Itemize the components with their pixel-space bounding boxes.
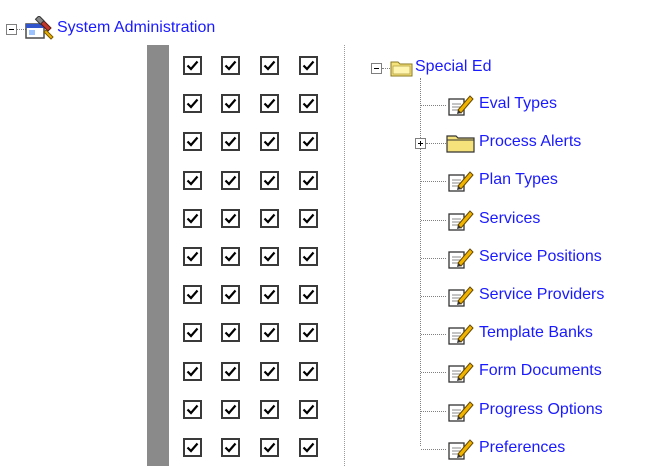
edit-document-icon — [446, 361, 476, 388]
edit-document-icon — [446, 400, 476, 427]
edit-document-icon — [446, 438, 476, 465]
permission-checkbox[interactable] — [183, 285, 202, 305]
permission-checkbox[interactable] — [221, 438, 240, 457]
edit-document-icon — [446, 94, 476, 121]
permission-checkbox[interactable] — [183, 438, 202, 457]
permission-checkbox[interactable] — [260, 323, 279, 343]
permission-checkbox[interactable] — [260, 399, 279, 419]
edit-document-icon — [446, 323, 476, 350]
permission-checkbox[interactable] — [221, 132, 240, 152]
folder-open-icon — [390, 58, 414, 83]
permission-checkbox[interactable] — [260, 247, 279, 266]
permissions-tree-view: System Administration Special Ed Eval Ty… — [0, 0, 648, 466]
permission-checkbox[interactable] — [183, 94, 202, 114]
permission-checkbox[interactable] — [299, 361, 318, 381]
tree-node-item[interactable]: Process Alerts — [479, 132, 581, 152]
edit-document-icon — [446, 170, 476, 197]
permission-checkbox[interactable] — [183, 399, 202, 419]
edit-document-icon — [446, 285, 476, 312]
permission-checkbox[interactable] — [260, 285, 279, 305]
permission-checkbox[interactable] — [183, 361, 202, 381]
permission-checkbox[interactable] — [299, 170, 318, 190]
edit-document-icon — [446, 209, 476, 236]
permission-checkbox[interactable] — [260, 132, 279, 152]
permission-checkbox[interactable] — [299, 94, 318, 114]
permission-checkbox[interactable] — [299, 56, 318, 75]
permission-checkbox[interactable] — [260, 56, 279, 75]
permission-checkbox[interactable] — [299, 247, 318, 266]
edit-document-icon — [446, 247, 476, 274]
permission-checkbox[interactable] — [260, 170, 279, 190]
permission-checkbox[interactable] — [260, 208, 279, 228]
permission-checkbox[interactable] — [221, 208, 240, 228]
row-header-strip — [147, 45, 169, 466]
expand-expander-icon[interactable] — [415, 138, 426, 150]
permission-checkbox[interactable] — [299, 208, 318, 228]
tree-node-item[interactable]: Plan Types — [479, 170, 558, 190]
tree-node-system-administration[interactable]: System Administration — [57, 18, 215, 38]
permission-checkbox[interactable] — [299, 285, 318, 305]
admin-tools-icon — [25, 15, 55, 45]
permission-checkbox[interactable] — [299, 132, 318, 152]
permission-checkbox[interactable] — [183, 323, 202, 343]
permission-checkbox[interactable] — [221, 285, 240, 305]
grid-separator — [344, 45, 345, 466]
permission-checkbox[interactable] — [299, 399, 318, 419]
tree-node-item[interactable]: Services — [479, 209, 540, 229]
tree-node-item[interactable]: Eval Types — [479, 94, 557, 114]
permission-checkbox[interactable] — [299, 323, 318, 343]
tree-node-item[interactable]: Service Positions — [479, 247, 602, 267]
permission-checkbox[interactable] — [183, 56, 202, 75]
tree-node-item[interactable]: Progress Options — [479, 400, 603, 420]
permission-checkbox[interactable] — [221, 170, 240, 190]
permission-checkbox[interactable] — [221, 94, 240, 114]
permission-checkbox[interactable] — [183, 247, 202, 266]
tree-node-item[interactable]: Form Documents — [479, 361, 602, 381]
permission-checkbox[interactable] — [260, 438, 279, 457]
permission-checkbox[interactable] — [183, 208, 202, 228]
permission-checkbox[interactable] — [260, 361, 279, 381]
permission-checkbox[interactable] — [221, 399, 240, 419]
tree-node-special-ed[interactable]: Special Ed — [415, 57, 492, 77]
folder-icon — [446, 132, 476, 159]
permission-checkbox[interactable] — [221, 323, 240, 343]
tree-node-item[interactable]: Service Providers — [479, 285, 604, 305]
permission-checkbox[interactable] — [299, 438, 318, 457]
permission-checkbox[interactable] — [221, 361, 240, 381]
collapse-expander-icon[interactable] — [371, 63, 382, 74]
collapse-expander-icon[interactable] — [6, 24, 17, 35]
permission-checkbox[interactable] — [221, 247, 240, 266]
permission-checkbox[interactable] — [183, 170, 202, 190]
tree-node-item[interactable]: Preferences — [479, 438, 565, 458]
permission-checkbox[interactable] — [260, 94, 279, 114]
permission-checkbox[interactable] — [221, 56, 240, 75]
permission-checkbox[interactable] — [183, 132, 202, 152]
tree-node-item[interactable]: Template Banks — [479, 323, 593, 343]
